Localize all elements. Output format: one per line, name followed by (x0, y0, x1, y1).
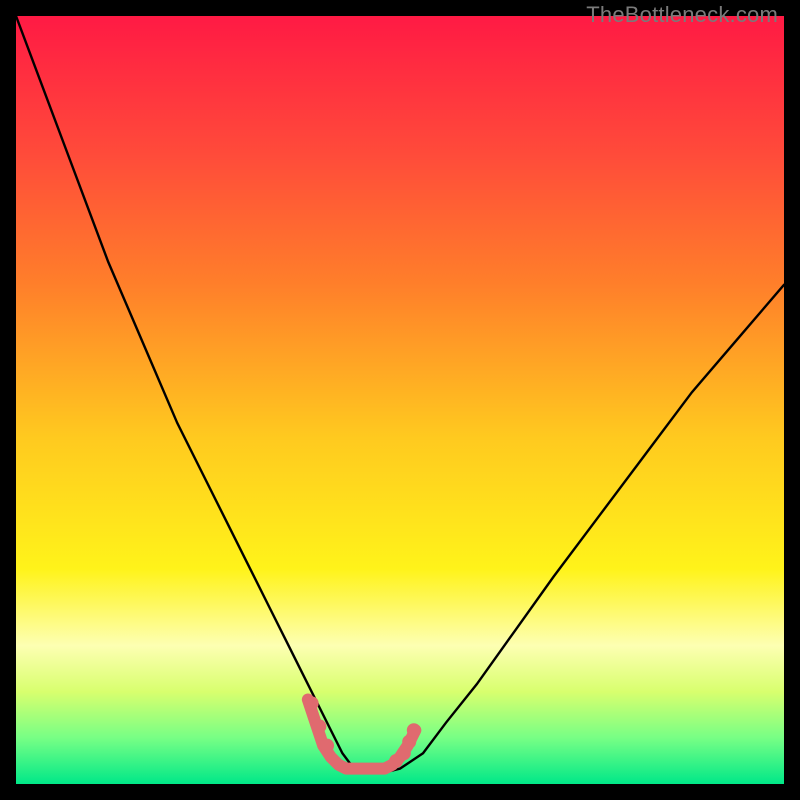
gradient-background (16, 16, 784, 784)
marker-dot (305, 696, 319, 710)
marker-dot (320, 739, 334, 753)
marker-dot (407, 723, 421, 737)
marker-dot (312, 719, 326, 733)
bottleneck-chart (16, 16, 784, 784)
watermark-text: TheBottleneck.com (586, 2, 778, 28)
chart-frame (16, 16, 784, 784)
